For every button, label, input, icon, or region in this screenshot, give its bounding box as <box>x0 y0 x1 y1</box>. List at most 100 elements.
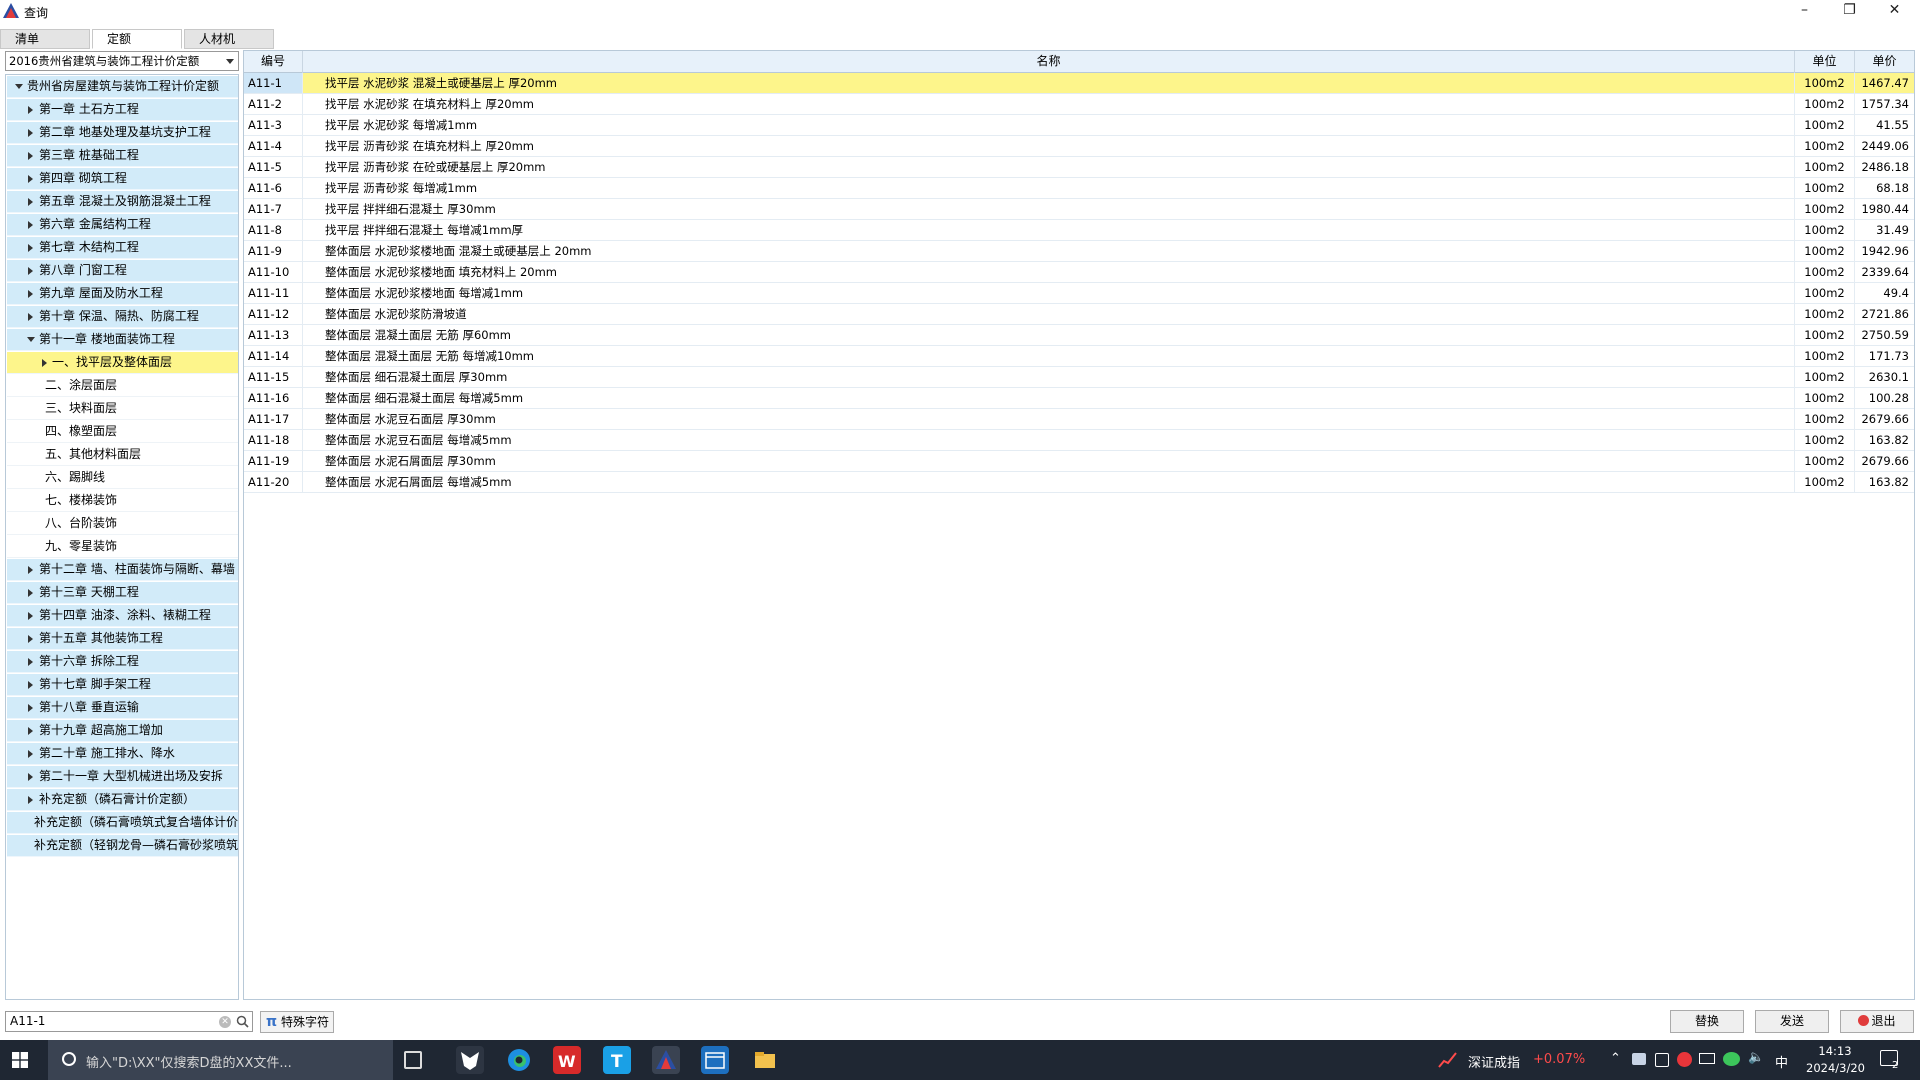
app-fox-icon[interactable] <box>456 1046 484 1074</box>
ime-indicator[interactable]: 中 <box>1775 1052 1788 1071</box>
tree-chapter[interactable]: 第十四章 油漆、涂料、裱糊工程 <box>7 605 238 627</box>
cell-unit: 100m2 <box>1795 262 1855 282</box>
tree-chapter[interactable]: 第十七章 脚手架工程 <box>7 674 238 696</box>
tree-chapter[interactable]: 第八章 门窗工程 <box>7 260 238 282</box>
table-row[interactable]: A11-20 整体面层 水泥石屑面层 每增减5mm 100m2 163.82 <box>244 472 1914 493</box>
file-explorer-icon[interactable] <box>751 1046 779 1074</box>
table-row[interactable]: A11-12 整体面层 水泥砂浆防滑坡道 100m2 2721.86 <box>244 304 1914 325</box>
tree-chapter-11[interactable]: 第十一章 楼地面装饰工程 <box>7 329 238 351</box>
send-button[interactable]: 发送 <box>1755 1010 1829 1033</box>
quota-database-select[interactable]: 2016贵州省建筑与装饰工程计价定额 <box>5 51 239 71</box>
table-row[interactable]: A11-17 整体面层 水泥豆石面层 厚30mm 100m2 2679.66 <box>244 409 1914 430</box>
table-row[interactable]: A11-13 整体面层 混凝土面层 无筋 厚60mm 100m2 2750.59 <box>244 325 1914 346</box>
tray-screen-icon[interactable] <box>1655 1053 1669 1067</box>
tree-section[interactable]: 三、块料面层 <box>7 398 238 420</box>
wps-office-icon[interactable]: W <box>553 1046 581 1074</box>
table-row[interactable]: A11-14 整体面层 混凝土面层 无筋 每增减10mm 100m2 171.73 <box>244 346 1914 367</box>
tree-section[interactable]: 六、踢脚线 <box>7 467 238 489</box>
windows-start-icon[interactable] <box>12 1052 28 1068</box>
tree-section[interactable]: 八、台阶装饰 <box>7 513 238 535</box>
table-row[interactable]: A11-8 找平层 拌拌细石混凝土 每增减1mm厚 100m2 31.49 <box>244 220 1914 241</box>
column-header-price[interactable]: 单价 <box>1855 51 1914 73</box>
tree-chapter[interactable]: 第一章 土石方工程 <box>7 99 238 121</box>
tray-app-icon[interactable] <box>1632 1053 1646 1065</box>
table-row[interactable]: A11-5 找平层 沥青砂浆 在砼或硬基层上 厚20mm 100m2 2486.18 <box>244 157 1914 178</box>
tree-chapter[interactable]: 第三章 桩基础工程 <box>7 145 238 167</box>
edge-browser-icon[interactable] <box>505 1046 533 1074</box>
cell-unit: 100m2 <box>1795 451 1855 471</box>
tab-labor-material-machine[interactable]: 人材机 <box>184 29 274 49</box>
table-row[interactable]: A11-7 找平层 拌拌细石混凝土 厚30mm 100m2 1980.44 <box>244 199 1914 220</box>
search-input[interactable]: A11-1 <box>5 1011 253 1032</box>
cell-price: 2486.18 <box>1855 157 1914 177</box>
cell-name: 整体面层 细石混凝土面层 每增减5mm <box>303 388 1795 408</box>
replace-button[interactable]: 替换 <box>1670 1010 1744 1033</box>
table-row[interactable]: A11-3 找平层 水泥砂浆 每增减1mm 100m2 41.55 <box>244 115 1914 136</box>
text-app-icon[interactable]: T <box>603 1046 631 1074</box>
tree-chapter[interactable]: 第十六章 拆除工程 <box>7 651 238 673</box>
stock-chart-icon[interactable] <box>1438 1051 1458 1069</box>
chevron-up-icon[interactable]: ⌃ <box>1610 1051 1621 1066</box>
task-view-icon[interactable] <box>404 1051 422 1069</box>
table-row[interactable]: A11-18 整体面层 水泥豆石面层 每增减5mm 100m2 163.82 <box>244 430 1914 451</box>
tree-chapter[interactable]: 第九章 屋面及防水工程 <box>7 283 238 305</box>
tree-root[interactable]: 贵州省房屋建筑与装饰工程计价定额 <box>7 76 238 98</box>
tree-chapter[interactable]: 第四章 砌筑工程 <box>7 168 238 190</box>
minimize-button[interactable]: – <box>1782 0 1827 22</box>
tree-chapter[interactable]: 第十二章 墙、柱面装饰与隔断、幕墙 <box>7 559 238 581</box>
table-row[interactable]: A11-11 整体面层 水泥砂浆楼地面 每增减1mm 100m2 49.4 <box>244 283 1914 304</box>
table-row[interactable]: A11-19 整体面层 水泥石屑面层 厚30mm 100m2 2679.66 <box>244 451 1914 472</box>
tree-chapter[interactable]: 第二章 地基处理及基坑支护工程 <box>7 122 238 144</box>
close-button[interactable]: ✕ <box>1872 0 1917 22</box>
tree-section[interactable]: 九、零星装饰 <box>7 536 238 558</box>
quota-table[interactable]: 编号 名称 单位 单价 A11-1 找平层 水泥砂浆 混凝土或硬基层上 厚20mm… <box>243 50 1915 1000</box>
table-row[interactable]: A11-6 找平层 沥青砂浆 每增减1mm 100m2 68.18 <box>244 178 1914 199</box>
tree-section[interactable]: 二、涂层面层 <box>7 375 238 397</box>
system-clock[interactable]: 14:13 2024/3/20 <box>1806 1043 1865 1077</box>
tree-chapter[interactable]: 第二十一章 大型机械进出场及安拆 <box>7 766 238 788</box>
tree-section[interactable]: 五、其他材料面层 <box>7 444 238 466</box>
wechat-icon[interactable] <box>1723 1052 1740 1066</box>
table-row[interactable]: A11-15 整体面层 细石混凝土面层 厚30mm 100m2 2630.1 <box>244 367 1914 388</box>
table-row[interactable]: A11-4 找平层 沥青砂浆 在填充材料上 厚20mm 100m2 2449.06 <box>244 136 1914 157</box>
tree-chapter[interactable]: 第五章 混凝土及钢筋混凝土工程 <box>7 191 238 213</box>
tree-chapter[interactable]: 第七章 木结构工程 <box>7 237 238 259</box>
tree-chapter[interactable]: 第十三章 天棚工程 <box>7 582 238 604</box>
table-row[interactable]: A11-9 整体面层 水泥砂浆楼地面 混凝土或硬基层上 20mm 100m2 1942… <box>244 241 1914 262</box>
tab-quota[interactable]: 定额 <box>92 29 182 49</box>
special-characters-button[interactable]: π 特殊字符 <box>260 1011 334 1033</box>
table-row[interactable]: A11-16 整体面层 细石混凝土面层 每增减5mm 100m2 100.28 <box>244 388 1914 409</box>
taskbar-search[interactable]: 输入"D:\XX"仅搜索D盘的XX文件... <box>48 1040 393 1080</box>
tree-chapter[interactable]: 第十章 保温、隔热、防腐工程 <box>7 306 238 328</box>
tree-section[interactable]: 七、楼梯装饰 <box>7 490 238 512</box>
calendar-app-icon[interactable] <box>701 1046 729 1074</box>
tree-section-selected[interactable]: 一、找平层及整体面层 <box>7 352 238 374</box>
table-row[interactable]: A11-10 整体面层 水泥砂浆楼地面 填充材料上 20mm 100m2 2339.6… <box>244 262 1914 283</box>
tree-chapter[interactable]: 第二十章 施工排水、降水 <box>7 743 238 765</box>
tree-chapter[interactable]: 第十八章 垂直运输 <box>7 697 238 719</box>
collapsed-arrow-icon <box>28 704 33 712</box>
maximize-button[interactable]: ❐ <box>1827 0 1872 22</box>
notification-count: 2 <box>1892 1060 1899 1071</box>
costing-app-icon[interactable] <box>652 1046 680 1074</box>
tree-supplement[interactable]: 补充定额（磷石膏喷筑式复合墙体计价 <box>7 812 238 834</box>
table-row[interactable]: A11-1 找平层 水泥砂浆 混凝土或硬基层上 厚20mm 100m2 1467.47 <box>244 73 1914 94</box>
table-row[interactable]: A11-2 找平层 水泥砂浆 在填充材料上 厚20mm 100m2 1757.34 <box>244 94 1914 115</box>
tree-chapter[interactable]: 第六章 金属结构工程 <box>7 214 238 236</box>
tree-section[interactable]: 四、橡塑面层 <box>7 421 238 443</box>
exit-button[interactable]: 退出 <box>1840 1010 1914 1033</box>
tray-antivirus-icon[interactable] <box>1677 1052 1692 1067</box>
tree-supplement[interactable]: 补充定额（轻钢龙骨—磷石膏砂浆喷筑 <box>7 835 238 857</box>
network-icon[interactable] <box>1699 1053 1715 1064</box>
column-header-unit[interactable]: 单位 <box>1795 51 1855 73</box>
tree-chapter[interactable]: 第十九章 超高施工增加 <box>7 720 238 742</box>
column-header-name[interactable]: 名称 <box>303 51 1795 73</box>
tree-chapter[interactable]: 补充定额（磷石膏计价定额） <box>7 789 238 811</box>
search-icon[interactable] <box>236 1015 249 1028</box>
tab-bill[interactable]: 清单 <box>0 29 90 49</box>
clear-icon[interactable]: ✕ <box>219 1016 231 1028</box>
chapter-tree[interactable]: 贵州省房屋建筑与装饰工程计价定额 第一章 土石方工程 第二章 地基处理及基坑支护… <box>5 74 239 1000</box>
tree-chapter[interactable]: 第十五章 其他装饰工程 <box>7 628 238 650</box>
volume-icon[interactable]: 🔈 <box>1748 1050 1764 1065</box>
column-header-code[interactable]: 编号 <box>244 51 303 73</box>
